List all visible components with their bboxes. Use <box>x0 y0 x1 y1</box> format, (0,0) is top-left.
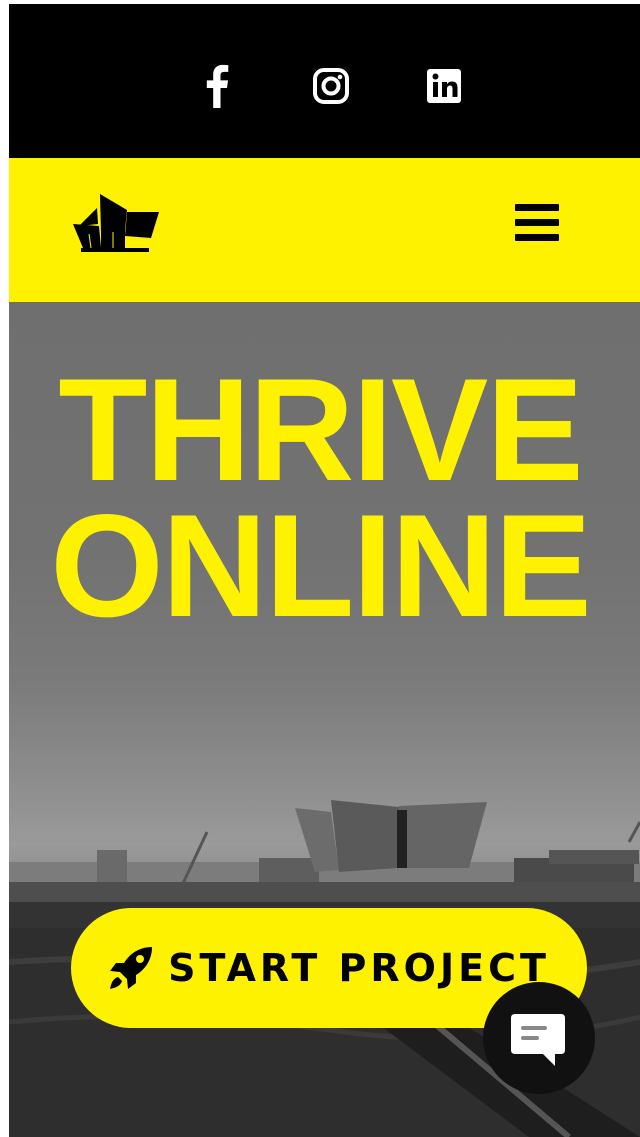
site-header <box>9 158 640 302</box>
instagram-icon[interactable] <box>311 64 351 108</box>
facebook-icon[interactable] <box>198 64 238 108</box>
titanic-building-logo[interactable] <box>69 190 161 254</box>
menu-bar-middle <box>515 219 559 226</box>
hamburger-menu-icon[interactable] <box>515 202 559 242</box>
hero-title: THRIVE ONLINE <box>9 348 640 647</box>
page: THRIVE ONLINE START PROJECT <box>9 0 640 1137</box>
hero-title-line2: ONLINE <box>50 484 592 647</box>
rocket-icon <box>110 947 153 989</box>
start-project-label: START PROJECT <box>168 946 550 990</box>
social-bar <box>9 4 640 158</box>
menu-bar-bottom <box>515 234 559 241</box>
linkedin-icon[interactable] <box>424 64 464 108</box>
hero-title-line1: THRIVE <box>58 348 583 511</box>
chat-bubble-icon[interactable] <box>483 982 595 1094</box>
menu-bar-top <box>515 204 559 211</box>
